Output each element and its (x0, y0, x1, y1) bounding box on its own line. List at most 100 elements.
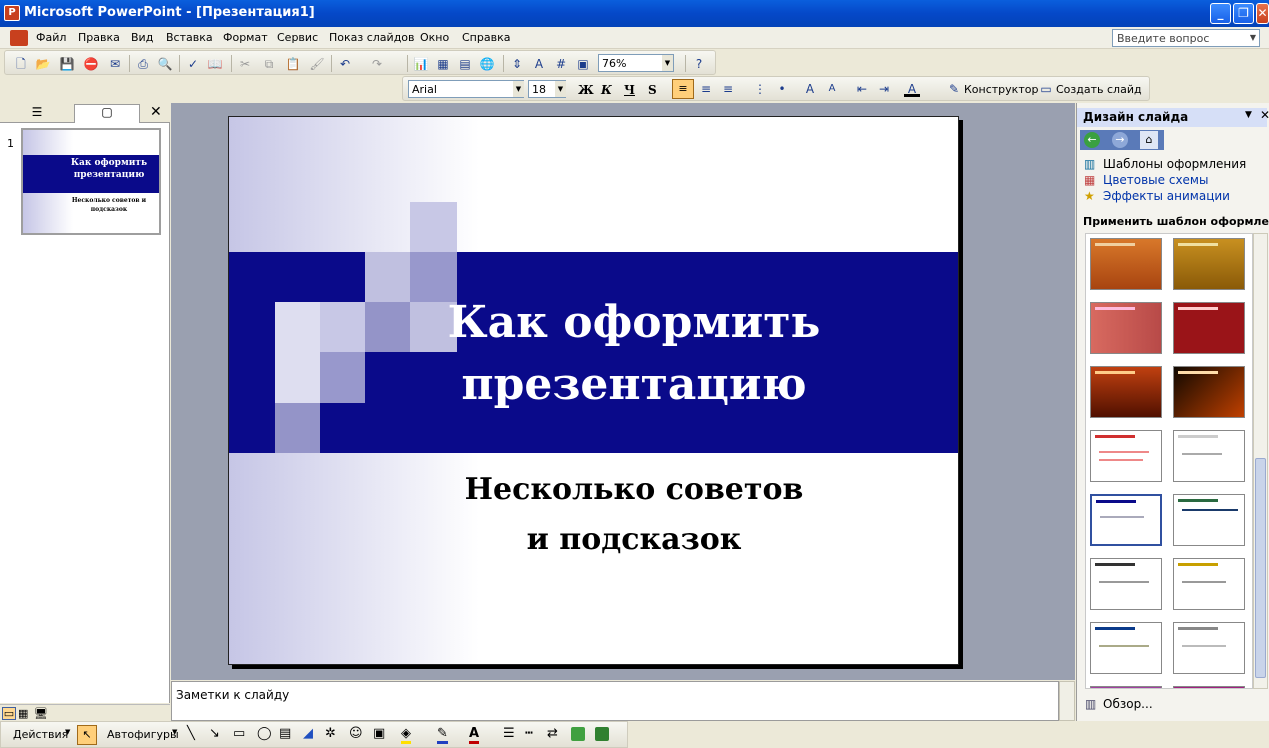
slide-subtitle[interactable]: Несколько советов и подсказок (359, 465, 909, 565)
slide-sorter-icon[interactable]: ▦ (18, 707, 28, 720)
align-center-icon[interactable]: ≡ (698, 81, 714, 97)
undo-icon[interactable]: ↶ (337, 56, 353, 72)
powerpoint-app-icon[interactable]: P (4, 5, 20, 21)
help-icon[interactable]: ? (691, 56, 707, 72)
gallery-scroll-thumb[interactable] (1255, 458, 1266, 678)
copy-icon[interactable]: ⧉ (261, 56, 277, 72)
template-thumb[interactable] (1090, 430, 1162, 482)
redo-icon[interactable]: ↷ (369, 56, 385, 72)
template-thumb[interactable] (1090, 622, 1162, 674)
outline-tab[interactable]: ☰ (4, 105, 70, 122)
link-animation-schemes[interactable]: Эффекты анимации (1103, 189, 1230, 203)
shadow-style-icon[interactable] (571, 727, 585, 741)
color-grayscale-icon[interactable]: ▣ (575, 56, 591, 72)
tables-borders-icon[interactable]: ▤ (457, 56, 473, 72)
numbering-icon[interactable]: ⋮ (752, 81, 768, 97)
template-thumb[interactable] (1173, 494, 1245, 546)
line-style-icon[interactable]: ☰ (503, 726, 515, 741)
template-thumb[interactable] (1090, 238, 1162, 290)
template-thumb[interactable] (1090, 558, 1162, 610)
menu-slideshow[interactable]: Показ слайдов (329, 31, 415, 44)
paste-icon[interactable]: 📋 (285, 56, 301, 72)
print-icon[interactable]: ⎙ (135, 56, 151, 72)
menu-file[interactable]: Файл (36, 31, 66, 44)
actions-dropdown-icon[interactable]: ▼ (65, 728, 70, 736)
template-thumb[interactable] (1173, 366, 1245, 418)
template-thumb[interactable] (1173, 686, 1245, 688)
template-thumb[interactable] (1173, 430, 1245, 482)
font-color-icon[interactable]: A (469, 726, 480, 744)
designer-icon[interactable]: ✎ (946, 81, 962, 97)
cut-icon[interactable]: ✂ (237, 56, 253, 72)
slide-thumbnail[interactable]: Как оформить презентацию Несколько совет… (21, 128, 161, 235)
designer-button[interactable]: Конструктор (964, 83, 1038, 96)
slideshow-icon[interactable]: 🖥 (34, 707, 48, 720)
menu-tools[interactable]: Сервис (277, 31, 318, 44)
ask-dropdown-icon[interactable]: ▼ (1247, 30, 1259, 46)
zoom-dropdown-icon[interactable]: ▼ (662, 55, 673, 71)
slide-title[interactable]: Как оформить презентацию (429, 292, 839, 416)
autoshapes-menu[interactable]: Автофигуры (107, 728, 179, 741)
dash-style-icon[interactable]: ┅ (525, 726, 533, 741)
task-pane-close-icon[interactable]: ✕ (1260, 108, 1269, 122)
diagram-icon[interactable]: ✲ (325, 726, 336, 741)
menu-help[interactable]: Справка (462, 31, 510, 44)
home-icon[interactable]: ⌂ (1140, 131, 1158, 149)
font-color-icon[interactable]: A (904, 81, 920, 97)
template-thumb[interactable] (1173, 558, 1245, 610)
underline-button[interactable]: Ч (624, 83, 635, 97)
3d-style-icon[interactable] (595, 727, 609, 741)
email-icon[interactable]: ✉ (107, 56, 123, 72)
menu-window[interactable]: Окно (420, 31, 449, 44)
shadow-button[interactable]: S (648, 83, 657, 97)
template-thumb[interactable] (1173, 622, 1245, 674)
template-thumb[interactable] (1173, 238, 1245, 290)
spelling-icon[interactable]: ✓ (185, 56, 201, 72)
arrow-icon[interactable]: ↘ (209, 726, 220, 741)
italic-button[interactable]: К (601, 83, 612, 97)
link-color-schemes[interactable]: Цветовые схемы (1103, 173, 1208, 187)
line-color-icon[interactable]: ✎ (437, 726, 448, 744)
print-preview-icon[interactable]: 🔍 (157, 56, 173, 72)
wordart-icon[interactable]: ◢ (303, 726, 313, 741)
menu-format[interactable]: Формат (223, 31, 268, 44)
fill-color-icon[interactable]: ◈ (401, 726, 411, 744)
align-right-icon[interactable]: ≡ (720, 81, 736, 97)
template-thumb-selected[interactable] (1090, 494, 1162, 546)
new-slide-icon[interactable]: ▭ (1038, 81, 1054, 97)
notes-field[interactable]: Заметки к слайду (171, 681, 1059, 721)
increase-indent-icon[interactable]: ⇥ (876, 81, 892, 97)
close-button[interactable]: ✕ (1256, 3, 1269, 24)
browse-link[interactable]: Обзор... (1103, 697, 1153, 711)
decrease-indent-icon[interactable]: ⇤ (854, 81, 870, 97)
clipart-icon[interactable]: ☺ (349, 726, 363, 741)
minimize-button[interactable]: _ (1210, 3, 1231, 24)
slide-canvas[interactable]: Как оформить презентацию Несколько совет… (228, 116, 959, 665)
template-thumb[interactable] (1090, 366, 1162, 418)
insert-chart-icon[interactable]: 📊 (413, 56, 429, 72)
size-dropdown-icon[interactable]: ▼ (555, 81, 566, 97)
hyperlink-icon[interactable]: 🌐 (479, 56, 495, 72)
save-icon[interactable]: 💾 (59, 56, 75, 72)
expand-all-icon[interactable]: ⇕ (509, 56, 525, 72)
bullets-icon[interactable]: • (774, 81, 790, 97)
normal-view-icon[interactable]: ▭ (2, 707, 16, 720)
bold-button[interactable]: Ж (578, 83, 594, 97)
picture-icon[interactable]: ▣ (373, 726, 385, 741)
close-pane-icon[interactable]: ✕ (150, 104, 162, 120)
menu-insert[interactable]: Вставка (166, 31, 213, 44)
rectangle-icon[interactable]: ▭ (233, 726, 245, 741)
new-slide-button[interactable]: Создать слайд (1056, 83, 1142, 96)
insert-table-icon[interactable]: ▦ (435, 56, 451, 72)
font-name-select[interactable]: Arial (408, 80, 524, 98)
show-grid-icon[interactable]: # (553, 56, 569, 72)
ask-question-input[interactable]: Введите вопрос ▼ (1112, 29, 1260, 47)
permission-icon[interactable]: ⛔ (83, 56, 99, 72)
arrow-style-icon[interactable]: ⇄ (547, 726, 558, 741)
maximize-button[interactable]: ❐ (1233, 3, 1254, 24)
template-thumb[interactable] (1090, 686, 1162, 688)
line-icon[interactable]: ╲ (187, 726, 195, 741)
show-formatting-icon[interactable]: A (531, 56, 547, 72)
menu-view[interactable]: Вид (131, 31, 153, 44)
task-pane-menu-icon[interactable]: ▼ (1245, 110, 1252, 120)
